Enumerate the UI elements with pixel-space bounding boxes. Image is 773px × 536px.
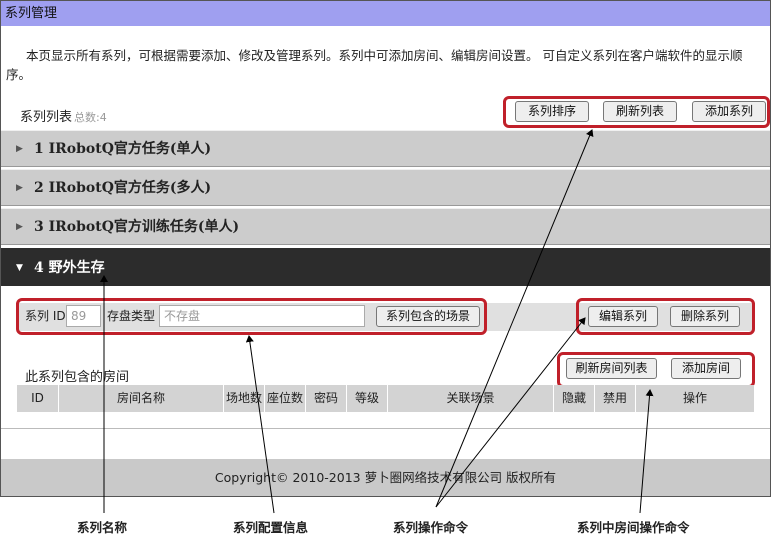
series-row-2[interactable]: ▶ 2 IRobotQ官方任务(多人) (1, 169, 770, 206)
series-row-4[interactable]: ▼ 4 野外生存 (1, 248, 770, 286)
column-header: 座位数 (264, 385, 305, 412)
page-title: 系列管理 (1, 1, 770, 26)
column-header: 隐藏 (553, 385, 594, 412)
storage-type-field[interactable]: 不存盘 (159, 305, 365, 327)
column-header: 房间名称 (58, 385, 223, 412)
series-list-label: 系列列表 (20, 110, 73, 125)
column-header: ID (31, 391, 44, 405)
column-header: 场地数 (223, 385, 264, 412)
series-id-field[interactable]: 89 (66, 305, 101, 327)
series-id-label: 系列 ID (25, 309, 66, 323)
caret-down-icon: ▼ (16, 263, 23, 273)
delete-series-button[interactable]: 删除系列 (670, 306, 740, 327)
column-header: 关联场景 (387, 385, 553, 412)
series-row-3[interactable]: ▶ 3 IRobotQ官方训练任务(单人) (1, 208, 770, 245)
edit-series-button[interactable]: 编辑系列 (588, 306, 658, 327)
caret-right-icon: ▶ (16, 144, 23, 154)
caret-right-icon: ▶ (16, 183, 23, 193)
sort-series-button[interactable]: 系列排序 (515, 101, 589, 122)
annotation-room-ops: 系列中房间操作命令 (577, 520, 690, 535)
series-name: 2 IRobotQ官方任务(多人) (34, 180, 212, 196)
refresh-list-button[interactable]: 刷新列表 (603, 101, 677, 122)
column-header: 密码 (305, 385, 346, 412)
intro-text: 本页显示所有系列，可根据需要添加、修改及管理系列。系列中可添加房间、编辑房间设置… (6, 48, 743, 82)
annotation-series-config: 系列配置信息 (233, 520, 309, 535)
copyright-footer: Copyright© 2010-2013 萝卜圈网络技术有限公司 版权所有 (1, 459, 770, 496)
add-room-button[interactable]: 添加房间 (671, 358, 741, 379)
caret-right-icon: ▶ (16, 222, 23, 232)
series-list-header: 系列列表 总数:4 (20, 106, 107, 125)
series-count: 总数:4 (74, 111, 107, 124)
column-header: 禁用 (594, 385, 635, 412)
add-series-button[interactable]: 添加系列 (692, 101, 766, 122)
column-header: 操作 (635, 385, 754, 412)
column-header: 等级 (346, 385, 387, 412)
divider (1, 428, 770, 429)
series-name: 4 野外生存 (34, 260, 105, 276)
series-name: 1 IRobotQ官方任务(单人) (34, 141, 212, 157)
storage-type-label: 存盘类型 (107, 309, 156, 323)
series-row-1[interactable]: ▶ 1 IRobotQ官方任务(单人) (1, 130, 770, 167)
refresh-rooms-button[interactable]: 刷新房间列表 (566, 358, 657, 379)
annotation-series-name: 系列名称 (77, 520, 128, 535)
series-name: 3 IRobotQ官方训练任务(单人) (34, 219, 240, 235)
annotation-series-ops: 系列操作命令 (393, 520, 469, 535)
series-scenes-button[interactable]: 系列包含的场景 (376, 306, 480, 327)
rooms-section-title: 此系列包含的房间 (25, 370, 130, 385)
